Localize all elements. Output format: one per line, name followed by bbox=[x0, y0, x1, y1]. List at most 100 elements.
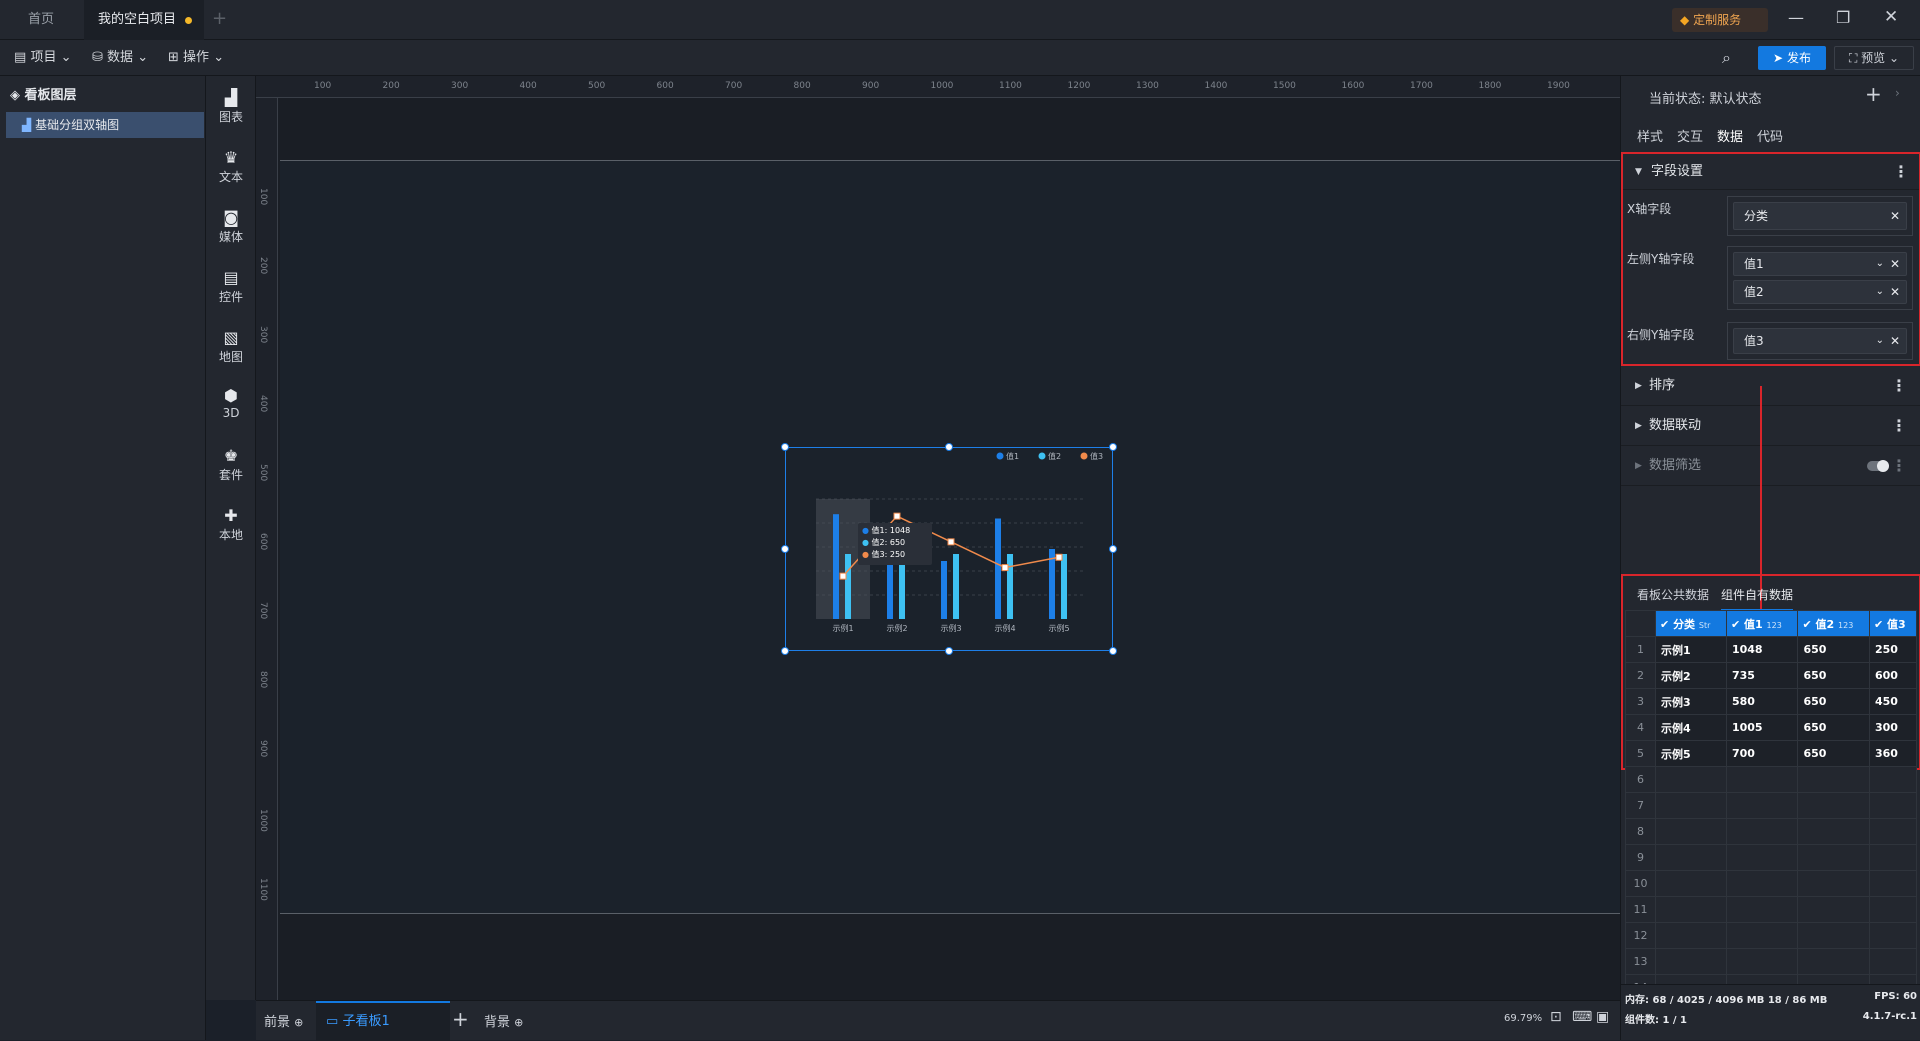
table-row[interactable]: 11 bbox=[1625, 896, 1918, 923]
left-y-field-1[interactable]: 值1 ⌄ ✕ bbox=[1733, 252, 1907, 276]
resize-handle[interactable] bbox=[945, 443, 953, 451]
table-cell[interactable]: 1048 bbox=[1725, 636, 1799, 663]
empty-cell[interactable] bbox=[1725, 948, 1799, 975]
resize-handle[interactable] bbox=[781, 647, 789, 655]
tab-data[interactable]: 数据 bbox=[1717, 126, 1743, 145]
empty-cell[interactable] bbox=[1725, 766, 1799, 793]
publish-button[interactable]: ➤ 发布 bbox=[1758, 46, 1826, 70]
table-cell[interactable]: 450 bbox=[1868, 688, 1918, 715]
tab-background[interactable]: 背景 ⊕ bbox=[484, 1011, 523, 1030]
toolbox-kit[interactable]: ♚ 套件 bbox=[206, 446, 256, 483]
empty-cell[interactable] bbox=[1797, 870, 1870, 897]
filter-toggle[interactable] bbox=[1867, 460, 1889, 472]
add-tab-icon[interactable]: + bbox=[212, 8, 227, 29]
toolbox-3d[interactable]: ⬢ 3D bbox=[206, 386, 256, 420]
table-cell[interactable]: 650 bbox=[1797, 662, 1870, 689]
empty-cell[interactable] bbox=[1868, 844, 1918, 871]
empty-cell[interactable] bbox=[1797, 818, 1870, 845]
fit-screen-icon[interactable]: ⊡ bbox=[1550, 1009, 1562, 1025]
zoom-level[interactable]: 69.79% bbox=[1504, 1013, 1542, 1024]
remove-icon[interactable]: ✕ bbox=[1890, 281, 1900, 303]
more-icon[interactable]: ⋮ bbox=[1891, 446, 1907, 486]
table-cell[interactable]: 650 bbox=[1797, 688, 1870, 715]
empty-cell[interactable] bbox=[1655, 818, 1727, 845]
empty-cell[interactable] bbox=[1725, 922, 1799, 949]
empty-cell[interactable] bbox=[1797, 948, 1870, 975]
tab-home[interactable]: 首页 bbox=[14, 0, 68, 40]
table-cell[interactable]: 示例2 bbox=[1655, 662, 1727, 689]
empty-cell[interactable] bbox=[1725, 870, 1799, 897]
x-axis-drop[interactable]: 分类 ✕ bbox=[1727, 196, 1913, 236]
preview-button[interactable]: ⛶ 预览 ⌄ bbox=[1834, 46, 1914, 70]
table-row[interactable]: 5 示例5 700 650 360 bbox=[1625, 740, 1918, 767]
chevron-down-icon[interactable]: ⌄ bbox=[1876, 329, 1884, 353]
table-cell[interactable]: 600 bbox=[1868, 662, 1918, 689]
tab-sub-board[interactable]: ▭ 子看板1 bbox=[316, 1001, 450, 1041]
toolbox-local[interactable]: ✚ 本地 bbox=[206, 506, 256, 543]
empty-cell[interactable] bbox=[1868, 870, 1918, 897]
table-cell[interactable]: 示例4 bbox=[1655, 714, 1727, 741]
table-cell[interactable]: 650 bbox=[1797, 636, 1870, 663]
resize-handle[interactable] bbox=[781, 443, 789, 451]
terminal-icon[interactable]: ▣ bbox=[1596, 1009, 1609, 1025]
toolbox-media[interactable]: ◙ 媒体 bbox=[206, 208, 256, 245]
table-cell[interactable]: 1005 bbox=[1725, 714, 1799, 741]
table-row[interactable]: 9 bbox=[1625, 844, 1918, 871]
resize-handle[interactable] bbox=[1109, 443, 1117, 451]
table-row[interactable]: 3 示例3 580 650 450 bbox=[1625, 688, 1918, 715]
column-header[interactable]: ✔ 分类 Str bbox=[1655, 610, 1727, 637]
column-header[interactable]: ✔ 值2 123 bbox=[1797, 610, 1870, 637]
empty-cell[interactable] bbox=[1797, 792, 1870, 819]
resize-handle[interactable] bbox=[1109, 545, 1117, 553]
keyboard-icon[interactable]: ⌨ bbox=[1572, 1009, 1592, 1025]
table-cell[interactable]: 735 bbox=[1725, 662, 1799, 689]
add-state-icon[interactable]: + bbox=[1865, 82, 1882, 106]
chevron-down-icon[interactable]: ⌄ bbox=[1876, 253, 1884, 275]
empty-cell[interactable] bbox=[1725, 896, 1799, 923]
menu-data[interactable]: ⛁ 数据 ⌄ bbox=[92, 40, 148, 76]
table-cell[interactable]: 360 bbox=[1868, 740, 1918, 767]
table-row[interactable]: 8 bbox=[1625, 818, 1918, 845]
empty-cell[interactable] bbox=[1655, 766, 1727, 793]
table-row[interactable]: 7 bbox=[1625, 792, 1918, 819]
table-cell[interactable]: 示例5 bbox=[1655, 740, 1727, 767]
table-cell[interactable]: 580 bbox=[1725, 688, 1799, 715]
tab-own-data[interactable]: 组件自有数据 bbox=[1721, 586, 1794, 611]
remove-icon[interactable]: ✕ bbox=[1890, 253, 1900, 275]
empty-cell[interactable] bbox=[1655, 792, 1727, 819]
table-row[interactable]: 13 bbox=[1625, 948, 1918, 975]
add-board-icon[interactable]: + bbox=[452, 1007, 469, 1031]
close-icon[interactable]: ✕ bbox=[1884, 7, 1898, 27]
empty-cell[interactable] bbox=[1797, 844, 1870, 871]
x-axis-field[interactable]: 分类 ✕ bbox=[1733, 202, 1907, 230]
restore-icon[interactable]: ❐ bbox=[1836, 8, 1850, 27]
table-cell[interactable]: 示例1 bbox=[1655, 636, 1727, 663]
empty-cell[interactable] bbox=[1655, 844, 1727, 871]
toolbox-control[interactable]: ▤ 控件 bbox=[206, 268, 256, 305]
left-y-field-2[interactable]: 值2 ⌄ ✕ bbox=[1733, 280, 1907, 304]
chevron-down-icon[interactable]: ⌄ bbox=[1876, 281, 1884, 303]
remove-icon[interactable]: ✕ bbox=[1890, 329, 1900, 353]
right-y-axis-drop[interactable]: 值3 ⌄ ✕ bbox=[1727, 322, 1913, 360]
tab-public-data[interactable]: 看板公共数据 bbox=[1637, 586, 1709, 603]
toolbox-map[interactable]: ▧ 地图 bbox=[206, 328, 256, 365]
custom-service-button[interactable]: ◆ 定制服务 bbox=[1672, 8, 1768, 32]
table-row[interactable]: 6 bbox=[1625, 766, 1918, 793]
tab-foreground[interactable]: 前景 ⊕ bbox=[264, 1011, 303, 1030]
table-row[interactable]: 10 bbox=[1625, 870, 1918, 897]
minimize-icon[interactable]: — bbox=[1788, 8, 1804, 27]
left-y-axis-drop[interactable]: 值1 ⌄ ✕ 值2 ⌄ ✕ bbox=[1727, 246, 1913, 310]
tab-project[interactable]: 我的空白项目 bbox=[84, 0, 204, 40]
empty-cell[interactable] bbox=[1868, 896, 1918, 923]
table-row[interactable]: 2 示例2 735 650 600 bbox=[1625, 662, 1918, 689]
empty-cell[interactable] bbox=[1655, 870, 1727, 897]
empty-cell[interactable] bbox=[1797, 896, 1870, 923]
empty-cell[interactable] bbox=[1868, 922, 1918, 949]
table-row[interactable]: 12 bbox=[1625, 922, 1918, 949]
empty-cell[interactable] bbox=[1797, 766, 1870, 793]
empty-cell[interactable] bbox=[1868, 948, 1918, 975]
data-table[interactable]: ✔ 分类 Str ✔ 值1 123 ✔ 值2 123 ✔ 值3 1 示例1 1048… bbox=[1625, 610, 1918, 1001]
empty-cell[interactable] bbox=[1725, 792, 1799, 819]
more-icon[interactable]: ⋮ bbox=[1893, 154, 1909, 190]
toolbox-chart[interactable]: ▟ 图表 bbox=[206, 88, 256, 125]
